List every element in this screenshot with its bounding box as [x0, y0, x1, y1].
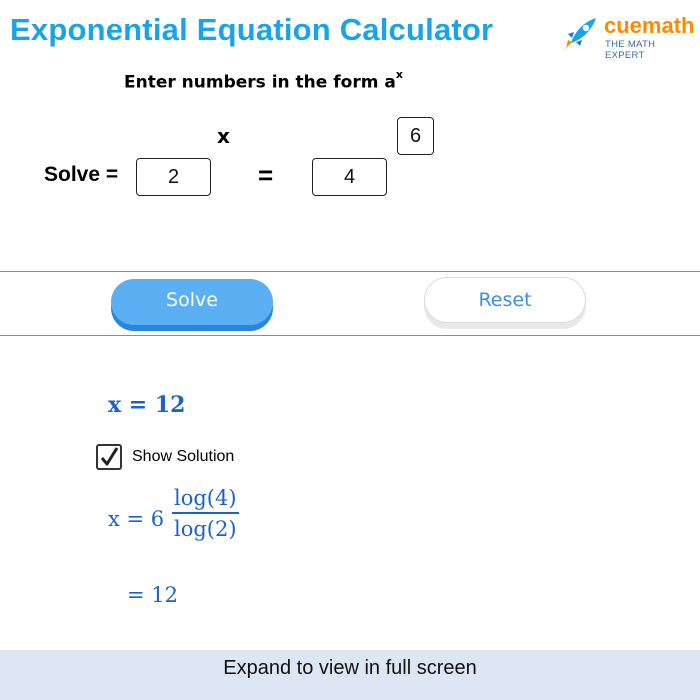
rocket-icon	[562, 18, 596, 52]
expand-fullscreen-bar[interactable]: Expand to view in full screen	[0, 650, 700, 700]
instruction-text: Enter numbers in the form ax	[124, 68, 403, 93]
fraction-numerator: log(4)	[174, 486, 237, 510]
answer-text: x = 12	[108, 392, 186, 418]
fraction-denominator: log(2)	[174, 516, 237, 541]
base-input[interactable]	[136, 158, 211, 196]
solve-button[interactable]: Solve	[111, 279, 273, 325]
solution-fraction: log(4) log(2)	[172, 486, 239, 541]
cuemath-logo: cuemath THE MATH EXPERT	[556, 8, 696, 61]
checkmark-icon	[100, 447, 119, 466]
solution-final: = 12	[127, 583, 178, 607]
logo-tagline: THE MATH EXPERT	[605, 39, 656, 61]
result-input[interactable]	[312, 158, 387, 196]
equals-sign: =	[258, 160, 274, 190]
exponent-variable-label: x	[217, 124, 230, 148]
exponent-input[interactable]	[397, 117, 434, 155]
solve-label: Solve =	[44, 163, 119, 186]
instruction-main: Enter numbers in the form a	[124, 72, 396, 93]
show-solution-checkbox[interactable]	[96, 444, 122, 470]
instruction-superscript: x	[395, 68, 403, 81]
fraction-bar	[172, 512, 239, 514]
solution-lhs: x = 6	[108, 507, 165, 531]
logo-name: cuemath	[604, 13, 695, 38]
page-title: Exponential Equation Calculator	[10, 12, 494, 47]
show-solution-label[interactable]: Show Solution	[132, 448, 234, 466]
divider-top	[0, 271, 700, 272]
divider-bottom	[0, 335, 700, 336]
reset-button[interactable]: Reset	[424, 277, 586, 323]
